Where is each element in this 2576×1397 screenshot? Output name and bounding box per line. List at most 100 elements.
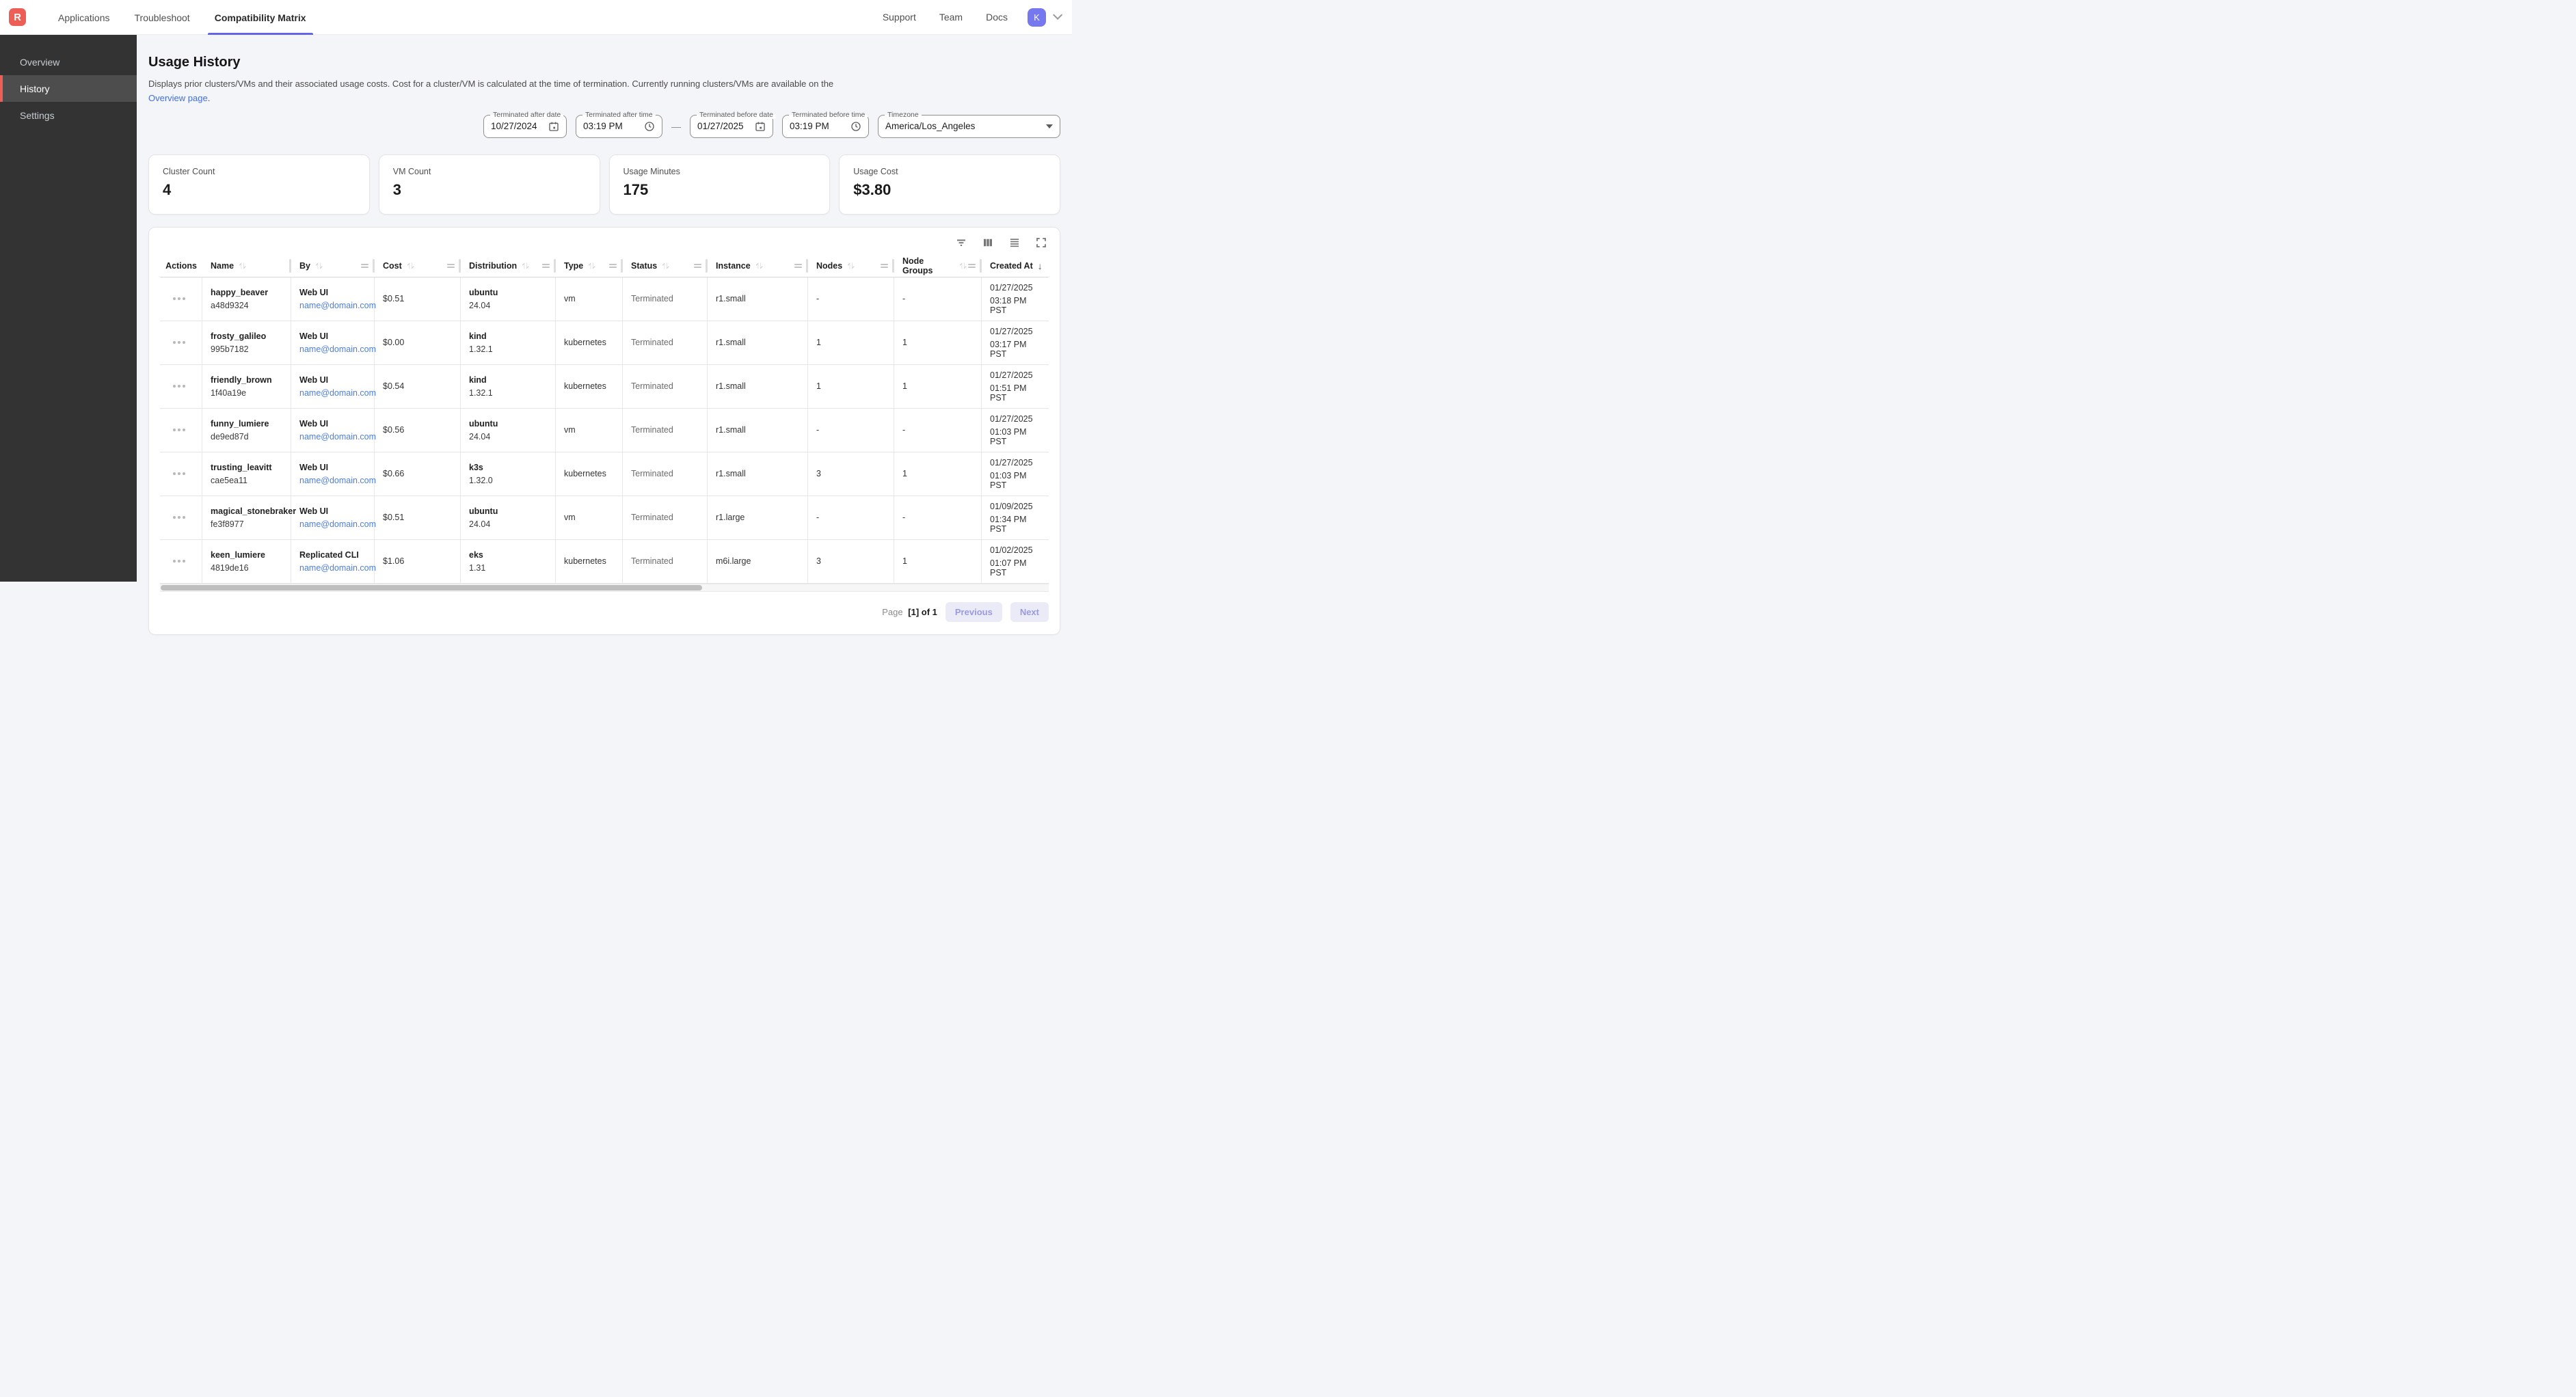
created-time: 03:17 PM PST xyxy=(990,340,1045,359)
sort-desc-icon[interactable]: ↓ xyxy=(1038,260,1043,271)
instance: r1.small xyxy=(716,425,803,435)
sidebar: Overview History Settings xyxy=(0,35,137,582)
clock-icon[interactable] xyxy=(644,121,655,132)
chevron-down-icon[interactable] xyxy=(1053,10,1062,20)
created-date: 01/09/2025 xyxy=(990,502,1045,511)
nav-item-docs[interactable]: Docs xyxy=(974,0,1019,35)
nodes: 3 xyxy=(816,556,889,566)
sort-icon[interactable] xyxy=(314,261,324,271)
creator-email-link[interactable]: name@domain.com xyxy=(299,519,370,529)
nav-item-applications[interactable]: Applications xyxy=(46,0,122,35)
column-header-type[interactable]: Type xyxy=(556,256,623,277)
column-drag-handle-icon[interactable] xyxy=(694,264,701,268)
type: vm xyxy=(564,294,618,303)
sort-icon[interactable] xyxy=(238,261,247,271)
fullscreen-icon[interactable] xyxy=(1035,236,1047,249)
column-header-created-at[interactable]: Created At ↓ xyxy=(982,256,1049,277)
column-drag-handle-icon[interactable] xyxy=(968,264,976,268)
column-header-instance[interactable]: Instance xyxy=(708,256,808,277)
sort-icon[interactable] xyxy=(958,261,968,271)
node-groups: - xyxy=(902,513,977,522)
column-header-node-groups[interactable]: Node Groups xyxy=(894,256,982,277)
distribution-version: 1.31 xyxy=(469,563,551,573)
calendar-icon[interactable] xyxy=(755,121,766,132)
column-drag-handle-icon[interactable] xyxy=(447,264,455,268)
sort-icon[interactable] xyxy=(846,261,856,271)
column-header-status[interactable]: Status xyxy=(623,256,708,277)
avatar[interactable]: K xyxy=(1028,8,1046,27)
column-header-cost[interactable]: Cost xyxy=(375,256,461,277)
terminated-before-date-field[interactable]: Terminated before date 01/27/2025 xyxy=(690,115,773,138)
instance: r1.small xyxy=(716,338,803,347)
column-header-by[interactable]: By xyxy=(291,256,375,277)
show-hide-columns-icon[interactable] xyxy=(982,236,994,249)
nav-item-support[interactable]: Support xyxy=(871,0,928,35)
nav-item-troubleshoot[interactable]: Troubleshoot xyxy=(122,0,202,35)
nodes: - xyxy=(816,513,889,522)
horizontal-scrollbar[interactable] xyxy=(160,584,1049,592)
sort-icon[interactable] xyxy=(587,261,597,271)
next-page-button[interactable]: Next xyxy=(1010,602,1049,622)
creator-email-link[interactable]: name@domain.com xyxy=(299,301,370,310)
column-drag-handle-icon[interactable] xyxy=(361,264,368,268)
terminated-after-time-field[interactable]: Terminated after time 03:19 PM xyxy=(576,115,662,138)
page-count: [1] of 1 xyxy=(908,607,937,617)
cost: $0.00 xyxy=(383,338,456,347)
instance: r1.large xyxy=(716,513,803,522)
scrollbar-thumb[interactable] xyxy=(161,585,702,591)
creator-email-link[interactable]: name@domain.com xyxy=(299,476,370,485)
column-header-actions: Actions xyxy=(160,256,202,277)
nav-item-team[interactable]: Team xyxy=(928,0,974,35)
column-header-nodes[interactable]: Nodes xyxy=(808,256,894,277)
column-drag-handle-icon[interactable] xyxy=(881,264,888,268)
overview-page-link[interactable]: Overview page xyxy=(148,93,208,103)
distribution: ubuntu xyxy=(469,419,551,429)
clock-icon[interactable] xyxy=(850,121,861,132)
sort-icon[interactable] xyxy=(661,261,671,271)
column-header-distribution[interactable]: Distribution xyxy=(461,256,556,277)
node-groups: - xyxy=(902,294,977,303)
created-time: 01:34 PM PST xyxy=(990,515,1045,534)
sort-icon[interactable] xyxy=(521,261,531,271)
distribution-version: 24.04 xyxy=(469,301,551,310)
column-drag-handle-icon[interactable] xyxy=(609,264,617,268)
calendar-icon[interactable] xyxy=(548,121,559,132)
sort-icon[interactable] xyxy=(755,261,764,271)
type: vm xyxy=(564,513,618,522)
created-time: 03:18 PM PST xyxy=(990,296,1045,315)
chevron-down-icon[interactable] xyxy=(1046,124,1053,128)
density-icon[interactable] xyxy=(1008,236,1021,249)
row-actions-button[interactable] xyxy=(170,295,188,303)
distribution: kind xyxy=(469,375,551,385)
sidebar-item-overview[interactable]: Overview xyxy=(0,49,137,75)
row-actions-button[interactable] xyxy=(170,426,188,434)
nav-item-compatibility-matrix[interactable]: Compatibility Matrix xyxy=(202,0,319,35)
sidebar-item-settings[interactable]: Settings xyxy=(0,102,137,128)
replicated-logo[interactable]: R xyxy=(9,8,26,26)
terminated-after-date-field[interactable]: Terminated after date 10/27/2024 xyxy=(483,115,567,138)
creator-email-link[interactable]: name@domain.com xyxy=(299,563,370,573)
row-actions-button[interactable] xyxy=(170,557,188,565)
creator-email-link[interactable]: name@domain.com xyxy=(299,388,370,398)
sort-icon[interactable] xyxy=(406,261,416,271)
filter-icon[interactable] xyxy=(955,236,967,249)
sidebar-item-history[interactable]: History xyxy=(0,75,137,102)
column-label: Created At xyxy=(990,261,1033,271)
column-header-name[interactable]: Name xyxy=(202,256,291,277)
column-drag-handle-icon[interactable] xyxy=(794,264,802,268)
distribution: ubuntu xyxy=(469,506,551,516)
primary-nav: Applications Troubleshoot Compatibility … xyxy=(46,0,319,34)
cluster-id: cae5ea11 xyxy=(211,476,286,485)
creator-email-link[interactable]: name@domain.com xyxy=(299,344,370,354)
timezone-select[interactable]: Timezone America/Los_Angeles xyxy=(878,115,1060,138)
terminated-before-time-field[interactable]: Terminated before time 03:19 PM xyxy=(782,115,869,138)
creator-email-link[interactable]: name@domain.com xyxy=(299,432,370,442)
row-actions-button[interactable] xyxy=(170,470,188,478)
row-actions-button[interactable] xyxy=(170,382,188,390)
instance: r1.small xyxy=(716,294,803,303)
row-actions-button[interactable] xyxy=(170,338,188,347)
cluster-id: fe3f8977 xyxy=(211,519,286,529)
previous-page-button[interactable]: Previous xyxy=(945,602,1002,622)
row-actions-button[interactable] xyxy=(170,513,188,521)
column-drag-handle-icon[interactable] xyxy=(542,264,550,268)
